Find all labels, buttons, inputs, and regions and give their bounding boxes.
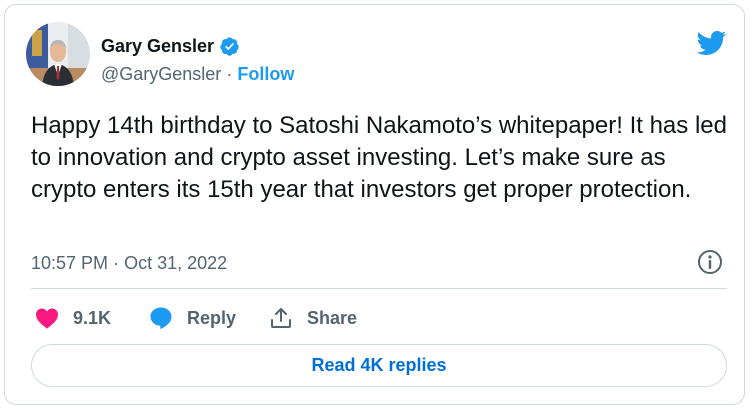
handle[interactable]: @GaryGensler: [101, 64, 221, 84]
tweet-text: Happy 14th birthday to Satoshi Nakamoto’…: [31, 112, 727, 203]
read-replies-label: Read 4K replies: [311, 355, 447, 375]
share-icon: [269, 306, 293, 330]
speech-bubble-icon: [149, 306, 173, 330]
info-icon[interactable]: [697, 249, 723, 275]
share-label: Share: [307, 307, 358, 328]
display-name[interactable]: Gary Gensler: [101, 35, 214, 57]
reply-label: Reply: [187, 307, 237, 328]
share-button[interactable]: Share: [269, 303, 357, 333]
avatar-photo: [26, 22, 90, 86]
likes-count: 9.1K: [73, 307, 112, 328]
tweet-date: Oct 31, 2022: [124, 253, 228, 273]
read-replies-button[interactable]: Read 4K replies: [31, 344, 727, 387]
handle-separator: ·: [226, 64, 233, 84]
reply-button[interactable]: Reply: [149, 303, 236, 333]
handle-row: @GaryGensler · Follow: [101, 63, 294, 85]
avatar[interactable]: [26, 22, 90, 86]
twitter-bird-icon[interactable]: [695, 30, 727, 56]
verified-badge-icon: [219, 36, 240, 57]
timestamp-separator: ·: [113, 253, 120, 273]
tweet-timestamp[interactable]: 10:57 PM · Oct 31, 2022: [31, 251, 227, 275]
follow-link[interactable]: Follow: [237, 64, 294, 84]
heart-icon: [35, 307, 59, 329]
like-button[interactable]: 9.1K: [35, 303, 111, 333]
tweet-card: Gary Gensler @GaryGensler · Follow Happy…: [4, 4, 745, 405]
divider: [31, 288, 727, 289]
tweet-time: 10:57 PM: [31, 253, 109, 273]
author-name-row: Gary Gensler: [101, 35, 240, 57]
